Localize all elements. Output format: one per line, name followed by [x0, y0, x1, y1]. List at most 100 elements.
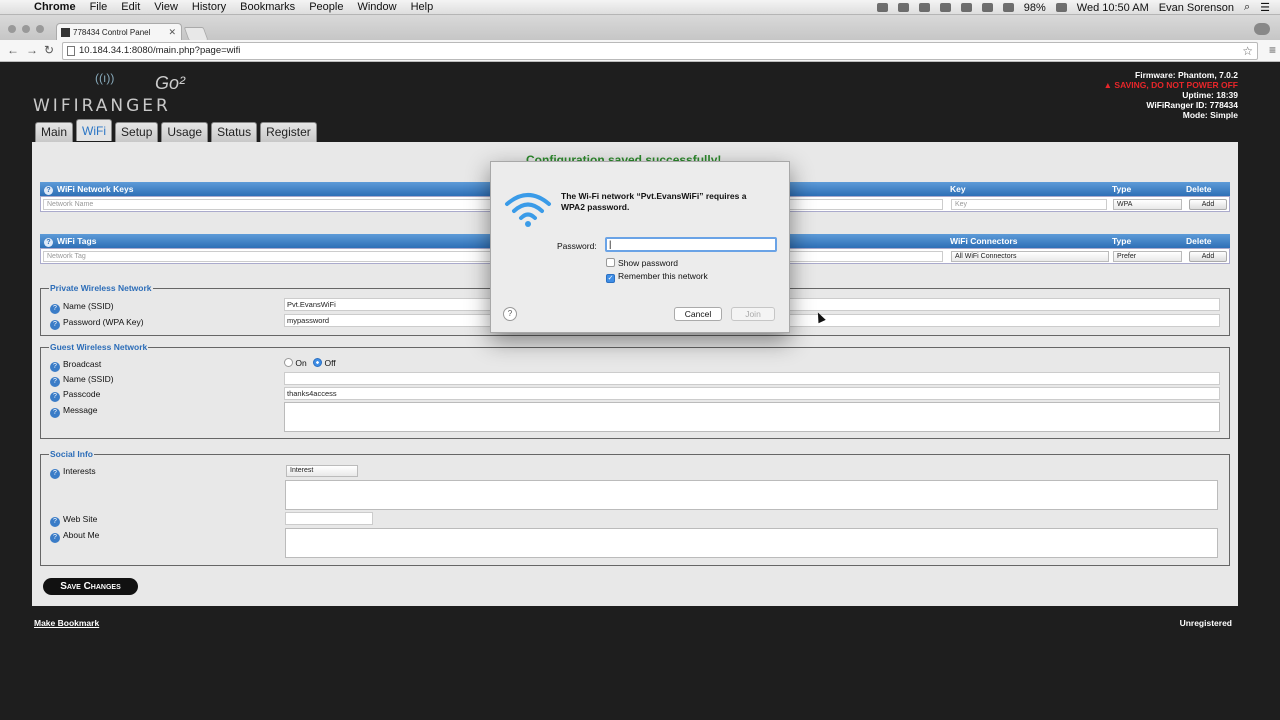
bluetooth-icon[interactable]: [960, 3, 972, 12]
battery-percent[interactable]: 98%: [1024, 2, 1046, 14]
favicon-icon: [61, 28, 70, 37]
join-button[interactable]: Join: [731, 307, 775, 321]
remember-network-checkbox[interactable]: ✓: [606, 274, 615, 283]
save-changes-button[interactable]: Save Changes: [43, 578, 138, 595]
clock[interactable]: Wed 10:50 AM: [1077, 2, 1149, 14]
guest-ssid-label: ? Name (SSID): [50, 374, 114, 387]
type-column-header: Type: [1112, 184, 1132, 194]
tab-strip: 778434 Control Panel ✕: [0, 15, 1280, 41]
help-icon[interactable]: ?: [50, 377, 60, 387]
backup-icon[interactable]: [939, 3, 951, 12]
menu-bookmarks[interactable]: Bookmarks: [240, 1, 295, 13]
about-textarea[interactable]: [285, 528, 1218, 558]
guest-ssid-input[interactable]: [284, 372, 1220, 385]
remember-network-option[interactable]: ✓ Remember this network: [606, 271, 708, 283]
wifi-status-icon[interactable]: [981, 3, 993, 12]
dialog-help-button[interactable]: ?: [503, 307, 517, 321]
broadcast-on-radio[interactable]: [284, 358, 293, 367]
make-bookmark-link[interactable]: Make Bookmark: [34, 618, 99, 628]
private-ssid-label-text: Name (SSID): [63, 301, 114, 311]
about-label-text: About Me: [63, 530, 100, 540]
help-icon[interactable]: ?: [50, 362, 60, 372]
tab-main[interactable]: Main: [35, 122, 74, 142]
facetime-icon[interactable]: [876, 3, 888, 12]
url-text: 10.184.34.1:8080/main.php?page=wifi: [79, 45, 241, 56]
zoom-window-icon[interactable]: [36, 25, 44, 33]
menu-history[interactable]: History: [192, 1, 226, 13]
wifi-icon: [505, 193, 551, 227]
spotlight-icon[interactable]: ⌕: [1244, 1, 1250, 14]
help-icon[interactable]: ?: [50, 304, 60, 314]
show-password-checkbox[interactable]: [606, 258, 615, 267]
message-textarea[interactable]: [284, 402, 1220, 432]
battery-icon[interactable]: [1055, 3, 1067, 12]
sync-icon[interactable]: [897, 3, 909, 12]
add-tag-button[interactable]: Add: [1189, 251, 1227, 262]
menu-window[interactable]: Window: [357, 1, 396, 13]
reload-icon[interactable]: ↻: [44, 43, 54, 57]
add-key-button[interactable]: Add: [1189, 199, 1227, 210]
browser-tab[interactable]: 778434 Control Panel ✕: [56, 23, 182, 41]
broadcast-label: ? Broadcast: [50, 359, 101, 372]
forward-icon[interactable]: →: [26, 43, 38, 57]
broadcast-off-radio[interactable]: [313, 358, 323, 367]
minimize-window-icon[interactable]: [22, 25, 30, 33]
bookmark-star-icon[interactable]: ☆: [1242, 43, 1253, 59]
guest-network-legend: Guest Wireless Network: [50, 342, 148, 352]
menu-view[interactable]: View: [154, 1, 178, 13]
help-icon[interactable]: ?: [50, 517, 60, 527]
help-icon[interactable]: ?: [50, 392, 60, 402]
key-type-select[interactable]: WPA: [1113, 199, 1182, 210]
help-icon[interactable]: ?: [50, 408, 60, 418]
mode-text: Mode: Simple: [1182, 110, 1238, 120]
dropbox-icon[interactable]: [918, 3, 930, 12]
tab-register[interactable]: Register: [260, 122, 317, 142]
passcode-input[interactable]: thanks4access: [284, 387, 1220, 400]
user-name[interactable]: Evan Sorenson: [1159, 2, 1234, 14]
help-icon[interactable]: ?: [44, 186, 53, 195]
interest-select[interactable]: Interest: [286, 465, 358, 477]
interests-textarea[interactable]: [285, 480, 1218, 510]
about-label: ? About Me: [50, 530, 99, 543]
passcode-label: ? Passcode: [50, 389, 100, 402]
menu-people[interactable]: People: [309, 1, 343, 13]
show-password-label: Show password: [618, 258, 679, 268]
password-input[interactable]: |: [605, 237, 777, 252]
address-bar[interactable]: 10.184.34.1:8080/main.php?page=wifi ☆: [62, 42, 1258, 60]
back-icon[interactable]: ←: [7, 43, 19, 57]
close-tab-icon[interactable]: ✕: [168, 24, 176, 41]
chrome-menu-icon[interactable]: ≡: [1269, 43, 1276, 57]
profile-icon[interactable]: [1254, 23, 1270, 35]
tab-status[interactable]: Status: [211, 122, 258, 142]
interests-label-text: Interests: [63, 466, 96, 476]
private-key-label: ? Password (WPA Key): [50, 317, 144, 330]
volume-icon[interactable]: [1002, 3, 1014, 12]
dialog-message: The Wi-Fi network “Pvt.EvansWiFi” requir…: [561, 191, 747, 212]
help-icon[interactable]: ?: [50, 320, 60, 330]
help-icon[interactable]: ?: [50, 533, 60, 543]
passcode-label-text: Passcode: [63, 389, 101, 399]
tag-type-select[interactable]: Prefer: [1113, 251, 1182, 262]
wifi-tags-title: WiFi Tags: [57, 236, 97, 246]
connectors-select[interactable]: All WiFi Connectors: [951, 251, 1109, 262]
cancel-button[interactable]: Cancel: [674, 307, 722, 321]
key-input[interactable]: Key: [951, 199, 1107, 210]
tab-wifi[interactable]: WiFi: [76, 119, 113, 141]
close-window-icon[interactable]: [8, 25, 16, 33]
new-tab-button[interactable]: [183, 27, 209, 40]
tab-setup[interactable]: Setup: [115, 122, 159, 142]
logo-text: WIFIRANGER: [33, 96, 171, 116]
uptime-text: Uptime: 18:39: [1182, 90, 1238, 100]
menu-file[interactable]: File: [90, 1, 108, 13]
menu-help[interactable]: Help: [411, 1, 434, 13]
website-input[interactable]: [285, 512, 373, 525]
menu-edit[interactable]: Edit: [121, 1, 140, 13]
notifications-icon[interactable]: ☰: [1260, 1, 1270, 14]
broadcast-off-label: Off: [324, 358, 336, 368]
help-icon[interactable]: ?: [44, 238, 53, 247]
tab-usage[interactable]: Usage: [161, 122, 209, 142]
show-password-option[interactable]: Show password: [606, 258, 678, 268]
menu-app-name[interactable]: Chrome: [34, 1, 76, 13]
help-icon[interactable]: ?: [50, 469, 60, 479]
website-label: ? Web Site: [50, 514, 97, 527]
